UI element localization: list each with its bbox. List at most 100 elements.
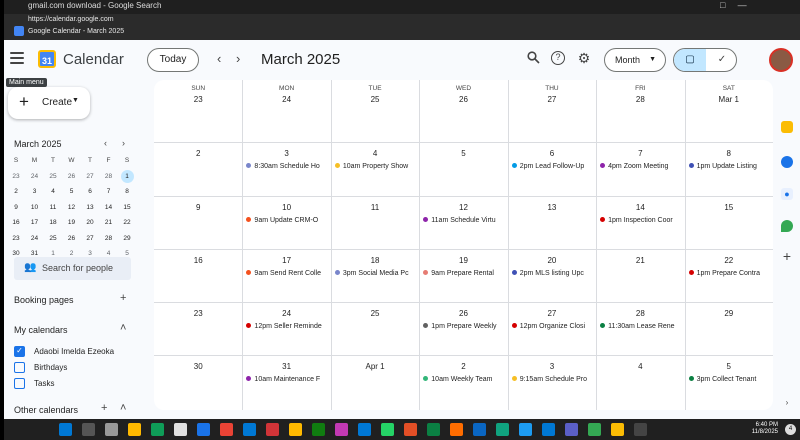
day-number[interactable]: 23 xyxy=(154,309,242,318)
mini-day[interactable]: 26 xyxy=(63,169,81,184)
day-cell[interactable]: 3 8:30am Schedule Ho xyxy=(242,142,330,196)
mini-day[interactable]: 2 xyxy=(7,184,25,199)
tiktok-icon[interactable] xyxy=(174,423,187,436)
day-number[interactable]: 4 xyxy=(596,362,684,371)
mini-day[interactable]: 28 xyxy=(100,231,118,246)
day-cell[interactable]: 5 xyxy=(419,142,507,196)
mini-day[interactable]: 20 xyxy=(81,215,99,230)
teams-icon[interactable] xyxy=(565,423,578,436)
day-cell[interactable]: 28 11:30am Lease Rene xyxy=(596,302,684,355)
mini-day[interactable]: 26 xyxy=(63,231,81,246)
windows-icon[interactable] xyxy=(59,423,72,436)
chrome-icon[interactable] xyxy=(220,423,233,436)
today-button[interactable]: Today xyxy=(147,48,199,72)
event-chip[interactable]: 2pm MLS listing Upc xyxy=(511,269,593,279)
event-chip[interactable]: 10am Weekly Team xyxy=(423,375,504,385)
mini-day[interactable]: 17 xyxy=(26,215,44,230)
linkedin-icon[interactable] xyxy=(473,423,486,436)
day-cell[interactable]: 5 3pm Collect Tenant xyxy=(685,355,773,410)
day-cell[interactable]: 14 1pm Inspection Coor xyxy=(596,196,684,249)
day-number[interactable]: 26 xyxy=(419,309,507,318)
mini-day[interactable]: 27 xyxy=(81,231,99,246)
tasks-view-icon[interactable]: ✓ xyxy=(706,49,736,71)
event-chip[interactable]: 2pm Lead Follow-Up xyxy=(511,162,593,172)
mini-day[interactable]: 11 xyxy=(44,200,62,215)
day-cell[interactable]: 2 xyxy=(154,142,242,196)
day-number[interactable]: 16 xyxy=(154,256,242,265)
keep-icon[interactable] xyxy=(781,121,793,133)
add-booking-page-icon[interactable]: + xyxy=(120,292,126,304)
explorer-icon[interactable] xyxy=(128,423,141,436)
folder-icon[interactable] xyxy=(289,423,302,436)
day-cell[interactable]: 27 12pm Organize Closi xyxy=(508,302,596,355)
checkbox-checked-icon[interactable]: ✓ xyxy=(14,346,25,357)
mini-day[interactable]: 12 xyxy=(63,200,81,215)
day-number[interactable]: 4 xyxy=(331,149,419,158)
checkbox-icon[interactable] xyxy=(14,378,25,389)
mini-day[interactable]: 22 xyxy=(118,215,136,230)
day-number[interactable]: 23 xyxy=(154,95,242,104)
day-number[interactable]: 3 xyxy=(508,362,596,371)
mini-day[interactable]: 6 xyxy=(81,184,99,199)
event-chip[interactable]: 10am Maintenance F xyxy=(246,375,327,385)
event-chip[interactable]: 1pm Prepare Weekly xyxy=(423,322,504,332)
my-calendars-label[interactable]: My calendars xyxy=(14,325,68,335)
mini-day[interactable]: 25 xyxy=(44,169,62,184)
other-calendars-label[interactable]: Other calendars xyxy=(14,405,78,415)
event-chip[interactable]: 3pm Collect Tenant xyxy=(688,375,770,385)
day-cell[interactable]: 30 xyxy=(154,355,242,410)
day-number[interactable]: 18 xyxy=(331,256,419,265)
create-button[interactable]: + Create ▼ xyxy=(8,87,90,119)
event-chip[interactable]: 1pm Prepare Contra xyxy=(688,269,770,279)
day-cell[interactable]: 15 xyxy=(685,196,773,249)
mini-day[interactable]: 23 xyxy=(7,169,25,184)
app-icon[interactable] xyxy=(611,423,624,436)
mini-day[interactable]: 23 xyxy=(7,231,25,246)
day-number[interactable]: 3 xyxy=(242,149,330,158)
view-selector-button[interactable]: Month ▼ xyxy=(604,48,666,72)
day-cell[interactable]: 4 10am Property Show xyxy=(331,142,419,196)
day-cell[interactable]: MON 24 xyxy=(242,80,330,142)
notification-badge[interactable]: 4 xyxy=(785,424,796,435)
whatsapp-icon[interactable] xyxy=(381,423,394,436)
mini-day[interactable]: 5 xyxy=(63,184,81,199)
day-number[interactable]: 7 xyxy=(596,149,684,158)
chatgpt-icon[interactable] xyxy=(496,423,509,436)
mini-day[interactable]: 29 xyxy=(118,231,136,246)
excel-icon[interactable] xyxy=(312,423,325,436)
event-chip[interactable]: 4pm Zoom Meeting xyxy=(600,162,681,172)
taskview-icon[interactable] xyxy=(105,423,118,436)
mini-day[interactable]: 7 xyxy=(100,184,118,199)
event-chip[interactable]: 8:30am Schedule Ho xyxy=(246,162,327,172)
chevron-right-icon[interactable]: › xyxy=(781,397,793,409)
day-cell[interactable]: 8 1pm Update Listing xyxy=(685,142,773,196)
day-cell[interactable]: TUE 25 xyxy=(331,80,419,142)
event-chip[interactable]: 1pm Inspection Coor xyxy=(600,216,681,226)
day-number[interactable]: 2 xyxy=(419,362,507,371)
day-cell[interactable]: 29 xyxy=(685,302,773,355)
search-people-input[interactable]: 👥 Search for people xyxy=(14,257,131,280)
gear-icon[interactable]: ⚙ xyxy=(577,51,591,65)
app-icon[interactable] xyxy=(519,423,532,436)
app-icon[interactable] xyxy=(634,423,647,436)
day-number[interactable]: 28 xyxy=(596,309,684,318)
event-chip[interactable]: 1pm Update Listing xyxy=(688,162,770,172)
day-cell[interactable]: 31 10am Maintenance F xyxy=(242,355,330,410)
day-cell[interactable]: 13 xyxy=(508,196,596,249)
day-cell[interactable]: FRI 28 xyxy=(596,80,684,142)
day-number[interactable]: 2 xyxy=(154,149,242,158)
mini-day[interactable]: 4 xyxy=(44,184,62,199)
day-cell[interactable]: 24 12pm Seller Reminde xyxy=(242,302,330,355)
day-number[interactable]: 17 xyxy=(242,256,330,265)
instagram-icon[interactable] xyxy=(335,423,348,436)
mini-day[interactable]: 15 xyxy=(118,200,136,215)
day-cell[interactable]: SUN 23 xyxy=(154,80,242,142)
day-number[interactable]: 21 xyxy=(596,256,684,265)
day-number[interactable]: 30 xyxy=(154,362,242,371)
maximize-icon[interactable]: □ xyxy=(720,0,725,10)
day-number[interactable]: Apr 1 xyxy=(331,362,419,371)
day-number[interactable]: 13 xyxy=(508,203,596,212)
event-chip[interactable]: 11am Schedule Virtu xyxy=(423,216,504,226)
day-number[interactable]: 22 xyxy=(685,256,773,265)
app-icon[interactable] xyxy=(427,423,440,436)
